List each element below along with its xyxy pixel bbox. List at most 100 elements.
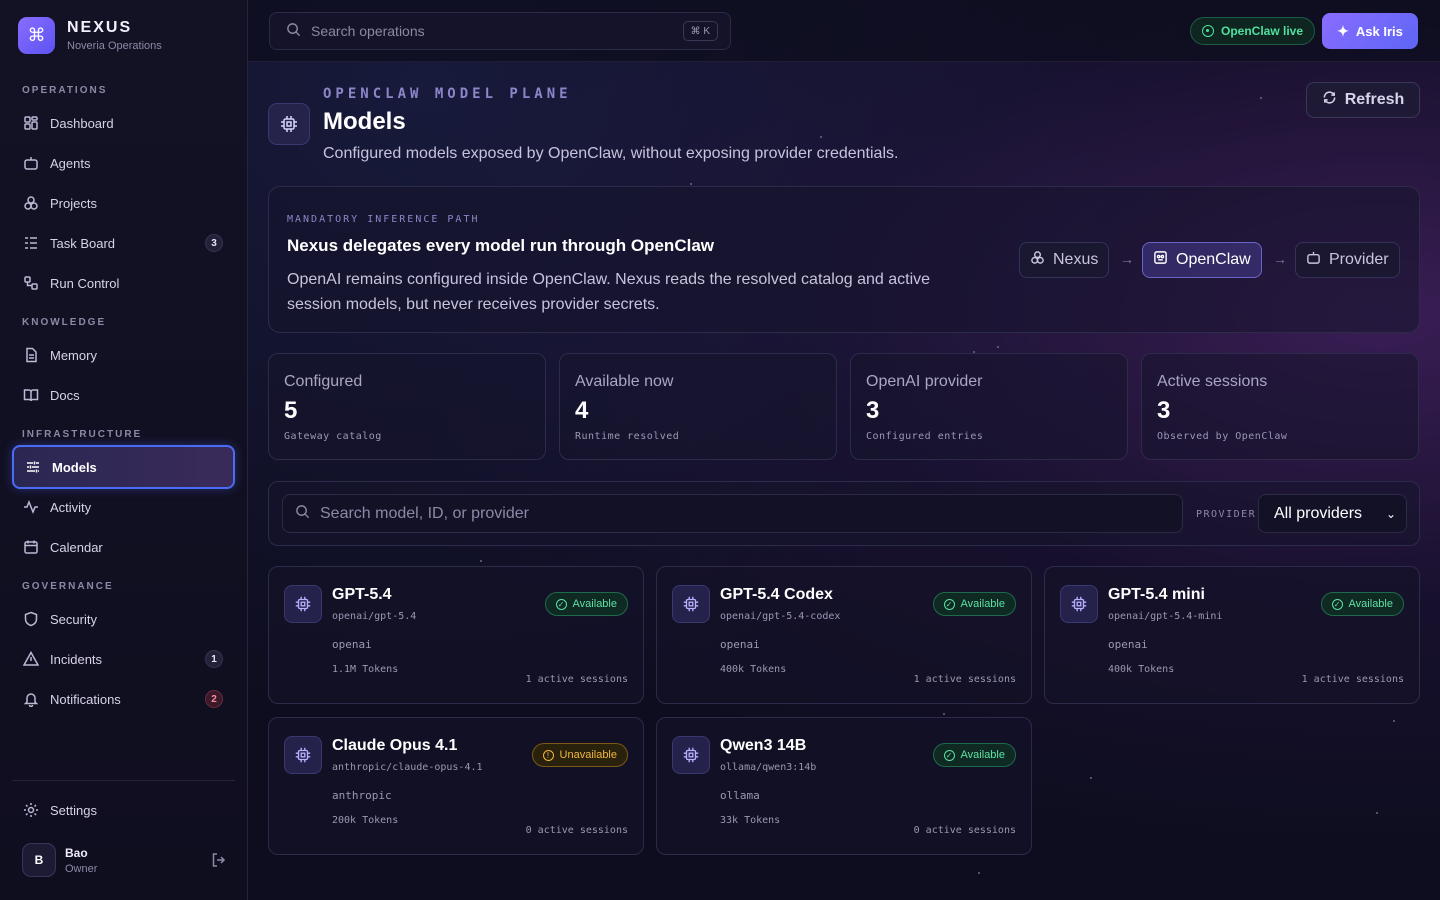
model-provider: anthropic (332, 789, 392, 802)
model-card[interactable]: GPT-5.4 openai/gpt-5.4 openai 1.1M Token… (268, 566, 644, 704)
section-infrastructure: INFRASTRUCTURE (22, 429, 143, 440)
stat-label: Available now (575, 373, 674, 390)
model-tokens: 200k Tokens (332, 815, 399, 826)
sidebar-item-label: Notifications (50, 691, 121, 707)
stat-card-openai: OpenAI provider 3 Configured entries (850, 353, 1128, 460)
model-tokens: 33k Tokens (720, 815, 781, 826)
arrow-right-icon: → (1120, 251, 1134, 267)
sidebar-item-label: Projects (50, 195, 97, 211)
model-tokens: 400k Tokens (1108, 664, 1175, 675)
brand-subtitle: Noveria Operations (67, 40, 162, 52)
section-knowledge: KNOWLEDGE (22, 317, 107, 328)
user-profile[interactable]: B Bao Owner (22, 843, 227, 877)
model-provider: openai (720, 638, 760, 651)
stat-value: 3 (1157, 397, 1171, 424)
path-chip-openclaw: OpenClaw (1142, 242, 1262, 278)
check-circle-icon: ✓ (1331, 598, 1343, 610)
sidebar-item-docs[interactable]: Docs (12, 377, 235, 413)
sidebar-item-projects[interactable]: Projects (12, 185, 235, 221)
status-badge: ✓ Available (932, 743, 1016, 767)
model-search-placeholder: Search model, ID, or provider (320, 504, 529, 522)
model-filter-bar: Search model, ID, or provider PROVIDER A… (268, 481, 1420, 546)
stat-card-sessions: Active sessions 3 Observed by OpenClaw (1141, 353, 1419, 460)
refresh-button[interactable]: Refresh (1306, 82, 1420, 118)
model-id: openai/gpt-5.4 (332, 611, 417, 622)
sidebar-item-models[interactable]: Models (12, 445, 235, 489)
sidebar-divider (12, 780, 235, 781)
model-name: GPT-5.4 Codex (720, 586, 833, 603)
model-provider: openai (1108, 638, 1148, 651)
activity-icon (23, 499, 39, 515)
model-sessions: 1 active sessions (913, 674, 1016, 685)
openclaw-live-status[interactable]: OpenClaw live (1190, 17, 1316, 45)
brand[interactable]: ⌘ NEXUS Noveria Operations (18, 17, 162, 54)
search-icon (295, 504, 320, 524)
projects-icon (1030, 250, 1053, 270)
page-subtitle: Configured models exposed by OpenClaw, w… (323, 145, 899, 162)
sidebar-item-memory[interactable]: Memory (12, 337, 235, 373)
bot-icon (1306, 250, 1329, 270)
chip-label: Nexus (1053, 251, 1099, 268)
sidebar-item-calendar[interactable]: Calendar (12, 529, 235, 565)
topbar: Search operations ⌘ K OpenClaw live ✦ As… (248, 0, 1440, 62)
arrow-right-icon: → (1273, 251, 1287, 267)
provider-select[interactable]: All providers ⌄ (1258, 494, 1407, 533)
sidebar-item-security[interactable]: Security (12, 601, 235, 637)
bot-icon (23, 155, 39, 171)
ask-label: Ask Iris (1355, 23, 1403, 39)
main-content: Search operations ⌘ K OpenClaw live ✦ As… (248, 0, 1440, 900)
model-card[interactable]: Claude Opus 4.1 anthropic/claude-opus-4.… (268, 717, 644, 855)
provider-select-value: All providers (1274, 504, 1363, 522)
model-search-input[interactable]: Search model, ID, or provider (282, 494, 1183, 533)
logout-icon[interactable] (211, 852, 227, 868)
sidebar-item-run-control[interactable]: Run Control (12, 265, 235, 301)
chip-openclaw-icon (1153, 250, 1176, 270)
sidebar-item-task-board[interactable]: Task Board 3 (12, 225, 235, 261)
incident-count-badge: 1 (205, 650, 223, 668)
model-card[interactable]: GPT-5.4 mini openai/gpt-5.4-mini openai … (1044, 566, 1420, 704)
shield-icon (23, 611, 39, 627)
list-icon (23, 235, 39, 251)
search-operations[interactable]: Search operations ⌘ K (269, 12, 731, 50)
model-card[interactable]: GPT-5.4 Codex openai/gpt-5.4-codex opena… (656, 566, 1032, 704)
ask-iris-button[interactable]: ✦ Ask Iris (1322, 13, 1418, 49)
stat-label: OpenAI provider (866, 373, 983, 390)
sidebar-item-incidents[interactable]: Incidents 1 (12, 641, 235, 677)
banner-text: OpenAI remains configured inside OpenCla… (287, 271, 931, 313)
stat-value: 4 (575, 397, 589, 424)
sidebar-item-label: Task Board (50, 235, 116, 251)
brand-name: NEXUS (67, 19, 133, 36)
model-card[interactable]: Qwen3 14B ollama/qwen3:14b ollama 33k To… (656, 717, 1032, 855)
check-circle-icon: ✓ (943, 749, 955, 761)
sidebar-item-dashboard[interactable]: Dashboard (12, 105, 235, 141)
model-sessions: 1 active sessions (525, 674, 628, 685)
sidebar-item-activity[interactable]: Activity (12, 489, 235, 525)
sidebar-item-agents[interactable]: Agents (12, 145, 235, 181)
model-id: anthropic/claude-opus-4.1 (332, 762, 483, 773)
settings-label: Settings (50, 802, 97, 818)
page-eyebrow: OPENCLAW MODEL PLANE (323, 86, 572, 102)
path-chip-provider: Provider (1295, 242, 1400, 278)
section-operations: OPERATIONS (22, 85, 108, 96)
sidebar-item-label: Models (52, 459, 97, 475)
model-name: GPT-5.4 (332, 586, 392, 603)
grid-icon (23, 115, 39, 131)
sidebar-item-settings[interactable]: Settings (12, 792, 235, 828)
banner-eyebrow: MANDATORY INFERENCE PATH (287, 214, 480, 225)
sidebar-item-label: Calendar (50, 539, 103, 555)
sidebar-item-label: Run Control (50, 275, 120, 291)
sidebar-item-notifications[interactable]: Notifications 2 (12, 681, 235, 717)
gear-icon (23, 802, 39, 818)
model-sessions: 0 active sessions (913, 825, 1016, 836)
model-name: Claude Opus 4.1 (332, 737, 458, 754)
sidebar-item-label: Incidents (50, 651, 103, 667)
sliders-icon (25, 459, 41, 475)
stat-value: 3 (866, 397, 880, 424)
status-badge: ✓ Available (544, 592, 628, 616)
model-id: openai/gpt-5.4-mini (1108, 611, 1223, 622)
model-sessions: 1 active sessions (1301, 674, 1404, 685)
sidebar: ⌘ NEXUS Noveria Operations OPERATIONS Da… (0, 0, 248, 900)
keyboard-shortcut: ⌘ K (682, 21, 718, 41)
stat-card-configured: Configured 5 Gateway catalog (268, 353, 546, 460)
model-provider: openai (332, 638, 372, 651)
